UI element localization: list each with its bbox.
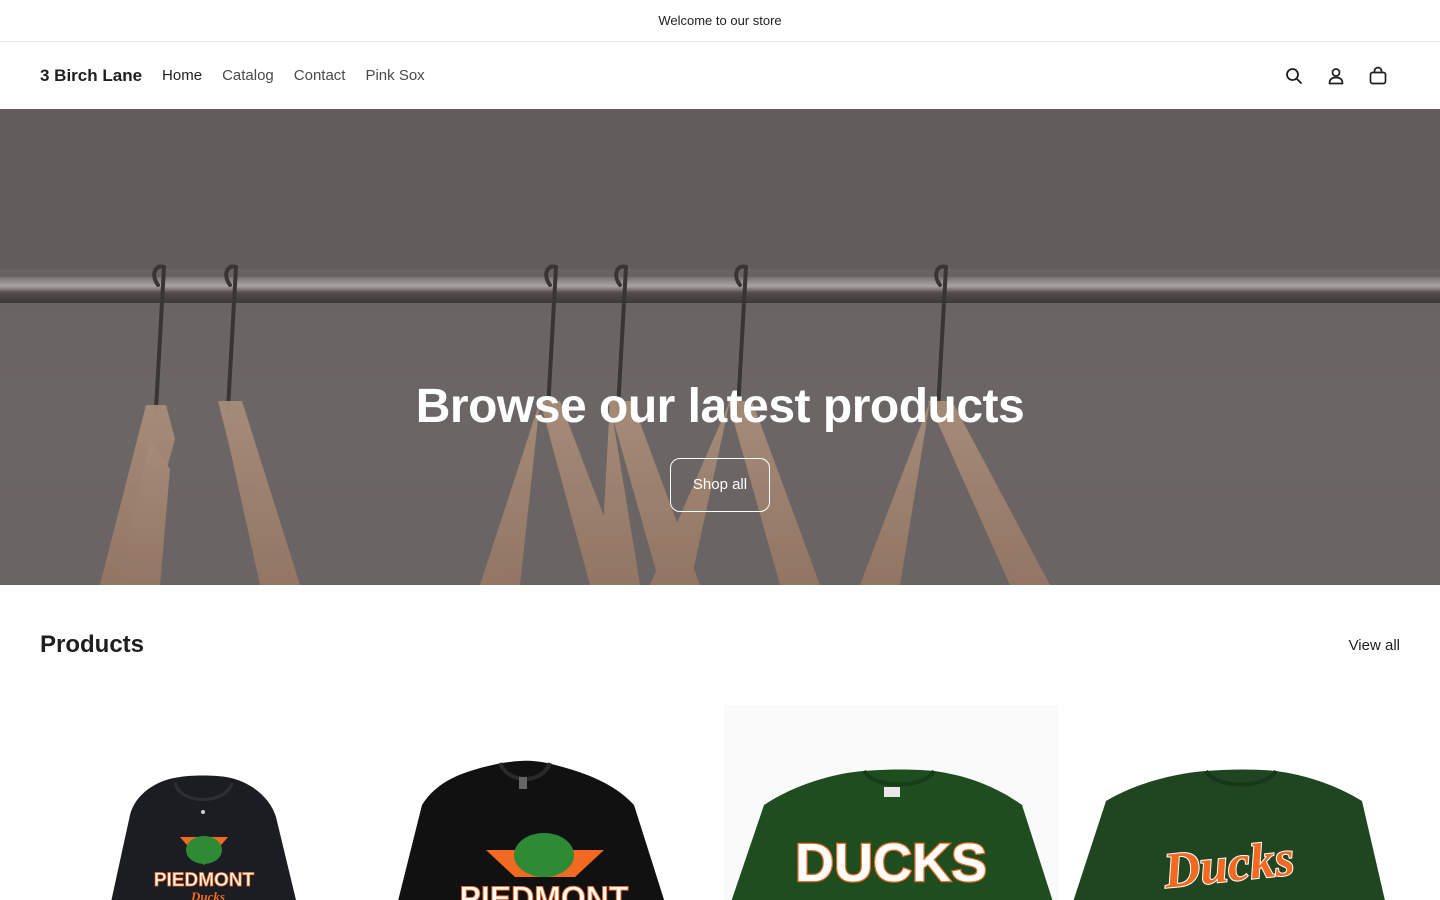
nav-contact[interactable]: Contact	[294, 67, 346, 84]
hero-image	[0, 109, 1440, 585]
header-icons	[1284, 66, 1388, 86]
hoodie-logo-text: PIEDMONT	[154, 870, 255, 891]
product-card-1[interactable]: PIEDMONT Ducks	[40, 705, 374, 900]
view-all-link[interactable]: View all	[1349, 637, 1400, 654]
hoodie-image: PIEDMONT Ducks	[111, 775, 296, 900]
products-header: Products View all	[40, 585, 1400, 705]
announcement-text: Welcome to our store	[658, 13, 782, 28]
cart-icon[interactable]	[1368, 66, 1388, 86]
nav-pink-sox[interactable]: Pink Sox	[365, 67, 424, 84]
ducks-script-tee-image: Ducks	[1073, 769, 1385, 900]
products-section: Products View all PIEDMONT Ducks PIEDMON…	[0, 585, 1440, 900]
site-header: 3 Birch Lane Home Catalog Contact Pink S…	[0, 42, 1440, 109]
hero-content: Browse our latest products Shop all	[0, 380, 1440, 512]
product-card-2[interactable]: PIEDMONT	[382, 705, 716, 900]
products-title: Products	[40, 631, 145, 658]
ducks-tee-text: DUCKS	[795, 833, 987, 893]
nav-home[interactable]: Home	[162, 67, 202, 84]
hero-title: Browse our latest products	[415, 380, 1025, 433]
main-nav: Home Catalog Contact Pink Sox	[162, 67, 425, 84]
store-logo[interactable]: 3 Birch Lane	[40, 66, 142, 86]
product-card-3[interactable]: DUCKS	[724, 705, 1058, 900]
product-card-4[interactable]: Ducks	[1066, 705, 1400, 900]
hoodie-logo-script: Ducks	[190, 889, 225, 900]
ducks-tee-image: DUCKS	[731, 769, 1053, 900]
nav-catalog[interactable]: Catalog	[222, 67, 274, 84]
product-grid: PIEDMONT Ducks PIEDMONT DUCKS Ducks	[40, 705, 1400, 900]
account-icon[interactable]	[1326, 66, 1346, 86]
sweatshirt-image: PIEDMONT	[398, 760, 665, 900]
shop-all-button[interactable]: Shop all	[670, 457, 770, 512]
search-icon[interactable]	[1284, 66, 1304, 86]
sweatshirt-logo-text: PIEDMONT	[460, 880, 629, 900]
announcement-bar: Welcome to our store	[0, 0, 1440, 42]
hero-banner: Browse our latest products Shop all	[0, 109, 1440, 585]
